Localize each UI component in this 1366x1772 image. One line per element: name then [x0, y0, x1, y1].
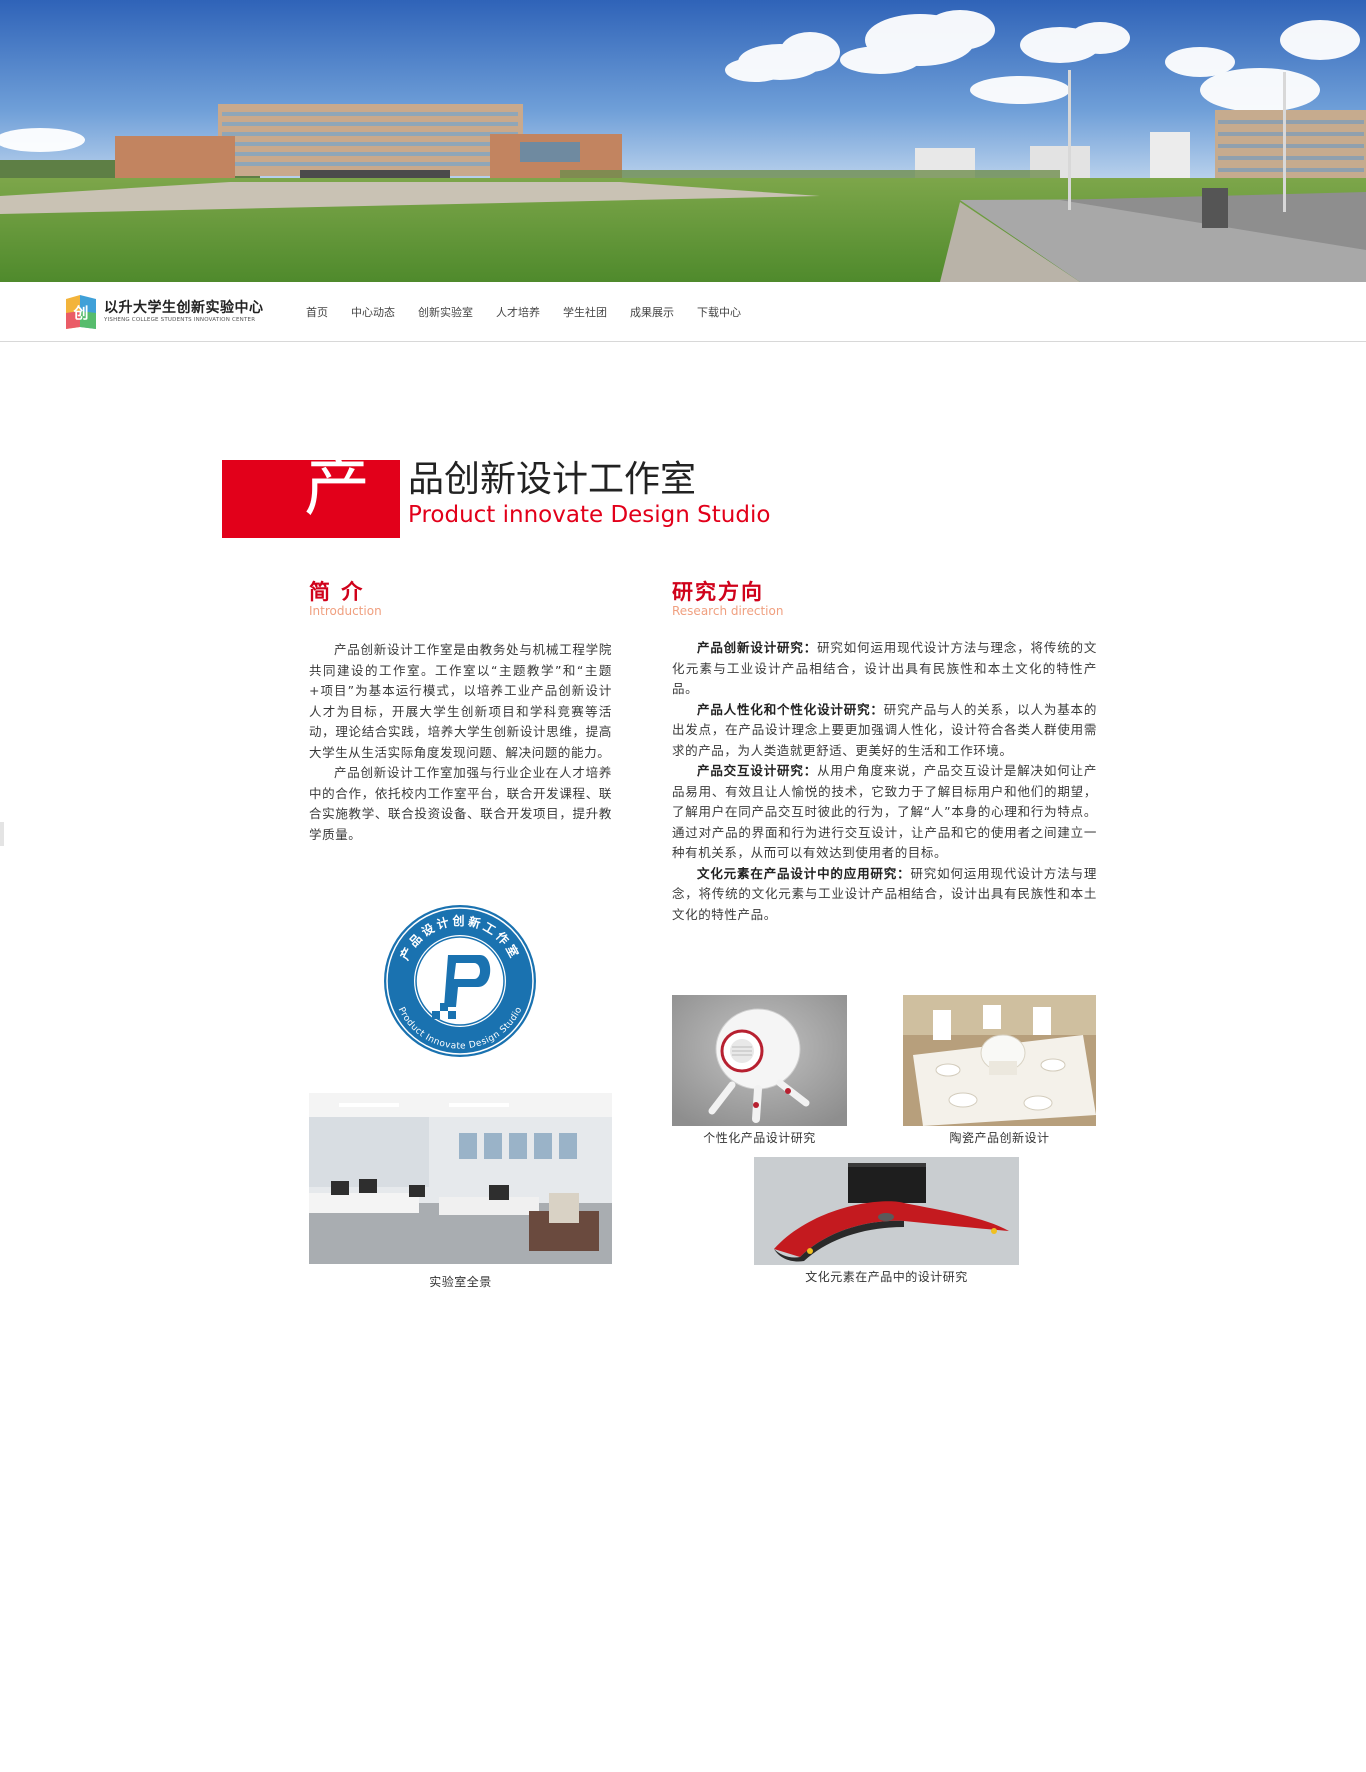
nav-item-achievements[interactable]: 成果展示 — [630, 304, 674, 320]
brand-name-en: YISHENG COLLEGE STUDENTS INNOVATION CENT… — [104, 316, 256, 323]
title-initial-char: 产 — [304, 448, 370, 525]
studio-emblem: 产品设计创新工作室 Product Innovate Design Studio — [382, 903, 538, 1059]
lab-photo — [309, 1093, 612, 1264]
nav-item-labs[interactable]: 创新实验室 — [418, 304, 473, 320]
research-item-title: 产品人性化和个性化设计研究： — [697, 701, 884, 717]
svg-text:创: 创 — [72, 304, 88, 322]
studio-emblem-icon: 产品设计创新工作室 Product Innovate Design Studio — [384, 905, 536, 1057]
innovation-center-logo-icon: 创 — [66, 295, 96, 329]
lab-caption: 实验室全景 — [429, 1275, 492, 1289]
nav-item-home[interactable]: 首页 — [306, 304, 328, 320]
nav-item-talent[interactable]: 人才培养 — [496, 304, 540, 320]
edge-handle — [0, 822, 4, 846]
research-heading-cn: 研究方向 — [672, 579, 764, 604]
intro-heading-en: Introduction — [309, 604, 382, 618]
research-item-title: 文化元素在产品设计中的应用研究： — [697, 865, 911, 881]
personal-product-image — [672, 995, 847, 1126]
ceramic-product-photo — [903, 995, 1096, 1126]
intro-heading-cn: 简 介 — [309, 579, 365, 604]
culture-product-caption: 文化元素在产品中的设计研究 — [805, 1270, 968, 1284]
research-item: 文化元素在产品设计中的应用研究：研究如何运用现代设计方法与理念，将传统的文化元素… — [672, 864, 1097, 926]
top-navigation-bar: 创 以升大学生创新实验中心 YISHENG COLLEGE STUDENTS I… — [0, 282, 1366, 342]
title-en: Product innovate Design Studio — [408, 502, 771, 528]
research-item-title: 产品交互设计研究： — [697, 763, 818, 778]
culture-product-photo — [754, 1157, 1019, 1265]
brand-name-cn: 以升大学生创新实验中心 — [104, 299, 264, 316]
ceramic-product-image — [903, 995, 1096, 1126]
research-item: 产品创新设计研究：研究如何运用现代设计方法与理念，将传统的文化元素与工业设计产品… — [672, 638, 1097, 700]
personal-product-caption: 个性化产品设计研究 — [703, 1131, 816, 1145]
research-item-title: 产品创新设计研究： — [697, 640, 818, 655]
nav-item-clubs[interactable]: 学生社团 — [563, 304, 607, 320]
title-cn: 品创新设计工作室 — [408, 459, 697, 500]
culture-product-image — [754, 1157, 1019, 1265]
nav-item-downloads[interactable]: 下载中心 — [697, 304, 741, 320]
campus-photo — [0, 0, 1366, 282]
hero-campus-banner — [0, 0, 1366, 282]
intro-paragraph: 产品创新设计工作室加强与行业企业在人才培养中的合作，依托校内工作室平台，联合开发… — [309, 765, 612, 842]
research-text: 产品创新设计研究：研究如何运用现代设计方法与理念，将传统的文化元素与工业设计产品… — [672, 638, 1097, 925]
research-item: 产品交互设计研究：从用户角度来说，产品交互设计是解决如何让产品易用、有效且让人愉… — [672, 761, 1097, 864]
nav-item-news[interactable]: 中心动态 — [351, 304, 395, 320]
lab-panorama-image — [309, 1093, 612, 1264]
ceramic-product-caption: 陶瓷产品创新设计 — [949, 1131, 1050, 1145]
page-title: 产 品创新设计工作室 Product innovate Design Studi… — [222, 454, 802, 538]
research-heading: 研究方向 Research direction — [672, 581, 783, 617]
research-heading-en: Research direction — [672, 604, 784, 618]
research-item: 产品人性化和个性化设计研究：研究产品与人的关系，以人为基本的出发点，在产品设计理… — [672, 700, 1097, 762]
intro-text: 产品创新设计工作室是由教务处与机械工程学院共同建设的工作室。工作室以“主题教学”… — [309, 640, 612, 845]
brand-logo-link[interactable]: 创 以升大学生创新实验中心 YISHENG COLLEGE STUDENTS I… — [64, 291, 264, 333]
intro-heading: 简 介 Introduction — [309, 581, 382, 617]
personal-product-photo — [672, 995, 847, 1126]
intro-paragraph: 产品创新设计工作室是由教务处与机械工程学院共同建设的工作室。工作室以“主题教学”… — [309, 642, 612, 760]
main-menu: 首页 中心动态 创新实验室 人才培养 学生社团 成果展示 下载中心 — [306, 282, 764, 342]
